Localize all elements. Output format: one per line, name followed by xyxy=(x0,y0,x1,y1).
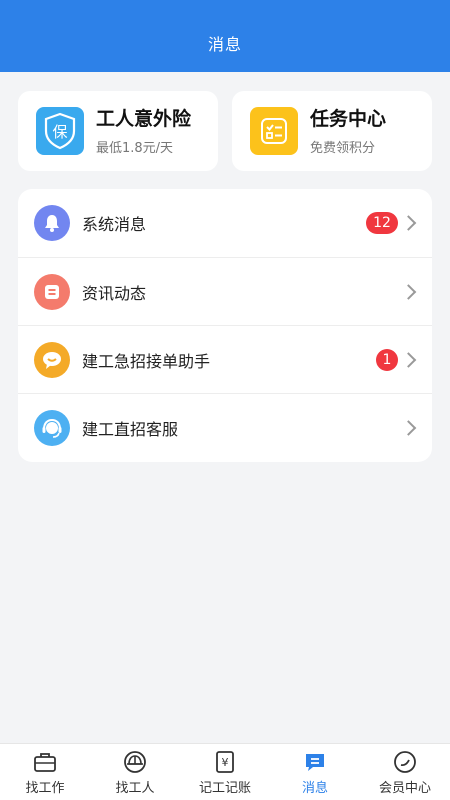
svg-text:¥: ¥ xyxy=(222,756,229,769)
tab-label: 找工人 xyxy=(115,780,155,796)
customer-service-icon xyxy=(34,409,70,446)
list-item-news[interactable]: 资讯动态 xyxy=(18,257,432,325)
tab-label: 找工作 xyxy=(25,780,65,796)
tab-find-job[interactable]: 找工作 xyxy=(0,744,90,800)
chevron-right-icon xyxy=(400,215,417,231)
chat-bubble-icon xyxy=(34,341,70,378)
top-header: 消息 xyxy=(0,0,450,72)
unread-badge: 12 xyxy=(366,212,398,234)
unread-badge: 1 xyxy=(376,348,398,371)
tab-ledger[interactable]: ¥ 记工记账 xyxy=(180,744,270,800)
list-item-system-messages[interactable]: 系统消息 12 xyxy=(18,189,432,257)
list-item-urgent-hiring-assistant[interactable]: 建工急招接单助手 1 xyxy=(18,325,432,393)
briefcase-icon xyxy=(32,749,58,775)
list-item-label: 建工急招接单助手 xyxy=(82,351,211,371)
task-center-subtitle: 免费领积分 xyxy=(310,140,376,156)
chevron-right-icon xyxy=(400,419,417,436)
insurance-card-title: 工人意外险 xyxy=(96,107,192,130)
tab-find-worker[interactable]: 找工人 xyxy=(90,744,180,800)
hardhat-icon xyxy=(122,749,148,775)
task-checklist-icon xyxy=(250,107,298,155)
chevron-right-icon xyxy=(400,283,417,300)
list-item-customer-service[interactable]: 建工直招客服 xyxy=(18,393,432,461)
list-item-label: 资讯动态 xyxy=(82,283,147,303)
tab-label: 会员中心 xyxy=(378,780,431,796)
news-icon xyxy=(34,273,70,310)
bottom-tab-bar: 找工作 找工人 ¥ 记工记账 消息 会员中心 xyxy=(0,743,450,800)
ledger-icon: ¥ xyxy=(212,749,238,775)
insurance-shield-icon: 保 xyxy=(36,107,84,155)
task-center-title: 任务中心 xyxy=(310,107,387,130)
feature-cards: 保 工人意外险 最低1.8元/天 任务中心 免费领积分 xyxy=(18,91,432,171)
member-icon xyxy=(392,749,418,775)
list-item-label: 建工直招客服 xyxy=(82,419,179,439)
tab-messages[interactable]: 消息 xyxy=(270,744,360,800)
insurance-card-subtitle: 最低1.8元/天 xyxy=(96,140,174,156)
chevron-right-icon xyxy=(400,351,417,368)
tab-member-center[interactable]: 会员中心 xyxy=(360,744,450,800)
svg-text:保: 保 xyxy=(52,123,67,141)
insurance-card[interactable]: 保 工人意外险 最低1.8元/天 xyxy=(18,91,218,171)
message-list: 系统消息 12 资讯动态 建工急招接单助手 1 建工直招客服 xyxy=(18,189,432,462)
tab-label: 记工记账 xyxy=(198,780,251,796)
tab-label: 消息 xyxy=(301,780,328,796)
page-title: 消息 xyxy=(207,35,242,54)
bell-icon xyxy=(34,205,70,241)
list-item-label: 系统消息 xyxy=(82,215,147,234)
task-center-card[interactable]: 任务中心 免费领积分 xyxy=(232,91,432,171)
message-icon xyxy=(302,749,328,775)
